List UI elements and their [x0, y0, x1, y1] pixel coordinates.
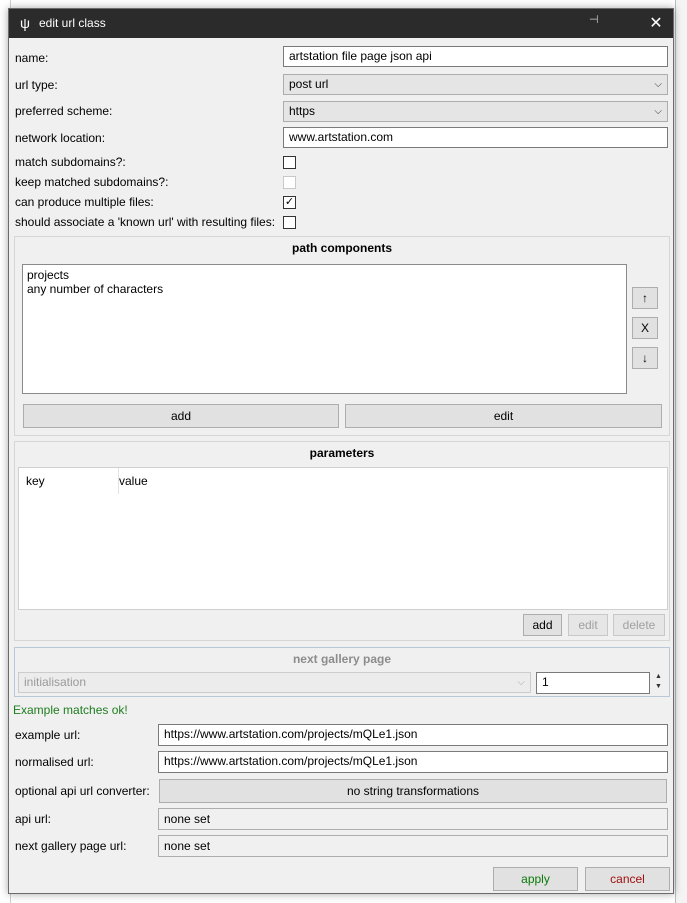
list-item[interactable]: any number of characters	[27, 282, 622, 296]
api-converter-label: optional api url converter:	[15, 784, 150, 798]
parameters-add-button[interactable]: add	[523, 614, 562, 636]
url-type-label: url type:	[15, 78, 58, 92]
parameters-title: parameters	[309, 446, 375, 460]
multiple-files-label: can produce multiple files:	[15, 195, 154, 209]
api-converter-button[interactable]: no string transformations	[159, 779, 667, 803]
keep-subdomains-checkbox[interactable]	[283, 176, 296, 189]
gallery-type-select[interactable]: initialisation ⌵	[18, 672, 531, 693]
match-subdomains-checkbox[interactable]	[283, 156, 296, 169]
gallery-type-value: initialisation	[24, 675, 87, 689]
cancel-button[interactable]: cancel	[585, 867, 670, 891]
parameters-group: parameters key value add edit delete	[14, 441, 670, 641]
known-url-label: should associate a 'known url' with resu…	[15, 215, 276, 229]
example-url-label: example url:	[15, 728, 81, 742]
next-gallery-url-label: next gallery page url:	[15, 839, 127, 853]
spinbox-arrows[interactable]: ▲ ▼	[652, 672, 665, 694]
network-location-label: network location:	[15, 131, 106, 145]
api-url-field: none set	[158, 808, 668, 830]
normalised-url-field: https://www.artstation.com/projects/mQLe…	[158, 751, 668, 773]
remove-button[interactable]: X	[632, 317, 658, 339]
path-edit-button[interactable]: edit	[345, 404, 662, 428]
hydrus-app-icon: ψ	[20, 15, 30, 31]
scheme-label: preferred scheme:	[15, 104, 113, 118]
api-url-label: api url:	[15, 812, 52, 826]
url-type-value: post url	[289, 77, 329, 91]
list-item[interactable]: projects	[27, 268, 622, 282]
chevron-down-icon: ⌵	[654, 106, 662, 117]
next-gallery-url-field: none set	[158, 835, 668, 857]
example-status: Example matches ok!	[13, 703, 128, 717]
url-type-select[interactable]: post url ⌵	[283, 74, 668, 95]
path-add-button[interactable]: add	[23, 404, 339, 428]
known-url-checkbox[interactable]	[283, 216, 296, 229]
scheme-value: https	[289, 104, 316, 118]
gallery-page-spinbox[interactable]: 1	[536, 672, 650, 694]
background-scrollbar	[675, 0, 687, 903]
chevron-down-icon: ⌵	[517, 677, 525, 688]
title-bar: ψ edit url class ⊣ ✕	[9, 9, 673, 38]
edit-url-class-dialog: ψ edit url class ⊣ ✕ name: artstation fi…	[8, 8, 674, 894]
parameters-table[interactable]: key value	[18, 467, 668, 610]
value-column-header[interactable]: value	[112, 468, 674, 494]
move-up-button[interactable]: ↑	[632, 287, 658, 309]
scheme-select[interactable]: https ⌵	[283, 101, 668, 122]
network-location-input[interactable]: www.artstation.com	[283, 127, 668, 148]
example-url-input[interactable]: https://www.artstation.com/projects/mQLe…	[158, 724, 668, 746]
window-title: edit url class	[39, 16, 106, 30]
spin-up-icon[interactable]: ▲	[652, 672, 665, 682]
apply-button[interactable]: apply	[493, 867, 578, 891]
parameters-edit-button[interactable]: edit	[568, 614, 608, 636]
name-input[interactable]: artstation file page json api	[283, 46, 668, 67]
next-gallery-page-title: next gallery page	[292, 652, 392, 666]
resize-grip-icon: ⊣	[589, 14, 599, 26]
path-components-group: path components projects any number of c…	[14, 236, 670, 436]
key-column-header[interactable]: key	[19, 468, 119, 494]
name-label: name:	[15, 51, 49, 65]
move-down-button[interactable]: ↓	[632, 347, 658, 369]
close-icon[interactable]: ✕	[645, 13, 667, 35]
match-subdomains-label: match subdomains?:	[15, 155, 126, 169]
chevron-down-icon: ⌵	[654, 79, 662, 90]
multiple-files-checkbox[interactable]: ✓	[283, 196, 296, 209]
parameters-delete-button[interactable]: delete	[613, 614, 665, 636]
spin-down-icon[interactable]: ▼	[652, 682, 665, 692]
path-components-title: path components	[291, 241, 392, 255]
keep-subdomains-label: keep matched subdomains?:	[15, 175, 169, 189]
normalised-url-label: normalised url:	[15, 755, 94, 769]
path-components-list[interactable]: projects any number of characters	[22, 264, 627, 394]
next-gallery-page-group: next gallery page initialisation ⌵ 1 ▲ ▼	[14, 647, 670, 697]
